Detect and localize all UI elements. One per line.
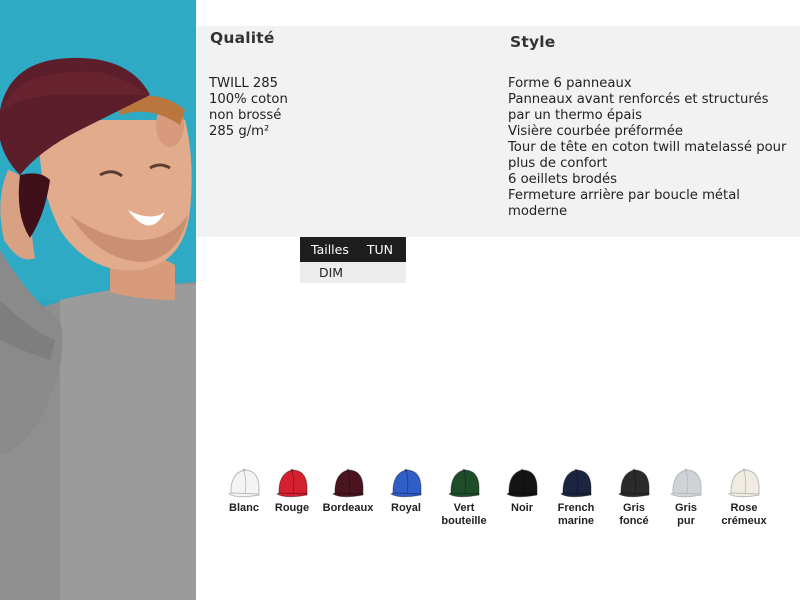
color-swatch[interactable]: Gris foncé: [604, 464, 664, 528]
cap-icon: [669, 468, 702, 498]
cap-icon: [331, 468, 364, 498]
size-table-header: Tailles TUN: [300, 237, 406, 262]
color-swatch[interactable]: Gris pur: [656, 464, 716, 528]
style-line: Tour de tête en coton twill matelassé po…: [508, 140, 787, 171]
quality-list: TWILL 285 100% coton non brossé 285 g/m²: [209, 76, 288, 140]
color-swatch-label: Bordeaux: [322, 502, 374, 514]
size-table-row: DIM: [300, 262, 406, 283]
quality-line: non brossé: [209, 108, 282, 123]
style-line: 6 oeillets brodés: [508, 172, 618, 187]
color-swatch-label: Noir: [511, 502, 533, 514]
style-line: Panneaux avant renforcés et structurés p…: [508, 92, 769, 123]
color-swatch[interactable]: Noir: [492, 464, 552, 515]
product-photo: [0, 0, 196, 600]
quality-line: 100% coton: [209, 92, 288, 107]
quality-line: 285 g/m²: [209, 124, 270, 139]
color-swatches: Blanc Rouge Bordeaux Royal Vert bouteille Noir…: [220, 464, 795, 534]
sizes-header-value: TUN: [366, 242, 393, 257]
size-table: Tailles TUN DIM: [300, 237, 406, 283]
color-swatch[interactable]: Vert bouteille: [434, 464, 494, 528]
color-swatch[interactable]: Rouge: [262, 464, 322, 515]
color-swatch-label: Gris pur: [674, 502, 697, 527]
color-swatch[interactable]: Rose crémeux: [714, 464, 774, 528]
cap-icon: [447, 468, 480, 498]
color-swatch-label: Rouge: [274, 502, 310, 514]
style-line: Visière courbée préformée: [508, 124, 683, 139]
color-swatch-label: French marine: [557, 502, 595, 527]
style-line: Forme 6 panneaux: [508, 76, 632, 91]
quality-heading: Qualité: [210, 29, 275, 47]
style-line: Fermeture arrière par boucle métal moder…: [508, 188, 740, 219]
color-swatch-label: Royal: [391, 502, 421, 514]
quality-line: TWILL 285: [209, 76, 279, 91]
cap-icon: [617, 468, 650, 498]
cap-icon: [505, 468, 538, 498]
style-heading: Style: [510, 33, 556, 51]
style-list: Forme 6 panneaux Panneaux avant renforcé…: [508, 76, 793, 220]
color-swatch[interactable]: French marine: [546, 464, 606, 528]
sizes-header-label: Tailles: [311, 242, 349, 257]
color-swatch-label: Rose crémeux: [721, 502, 767, 527]
cap-icon: [559, 468, 592, 498]
color-swatch[interactable]: Royal: [376, 464, 436, 515]
cap-icon: [227, 468, 260, 498]
sizes-row-label: DIM: [319, 265, 344, 280]
color-swatch[interactable]: Bordeaux: [318, 464, 378, 515]
product-info-panel: Qualité TWILL 285 100% coton non brossé …: [196, 26, 800, 237]
model-wearing-cap-image: [0, 0, 196, 600]
cap-icon: [727, 468, 760, 498]
color-swatch-label: Vert bouteille: [441, 502, 487, 527]
color-swatch-label: Gris foncé: [619, 502, 649, 527]
cap-icon: [275, 468, 308, 498]
cap-icon: [389, 468, 422, 498]
